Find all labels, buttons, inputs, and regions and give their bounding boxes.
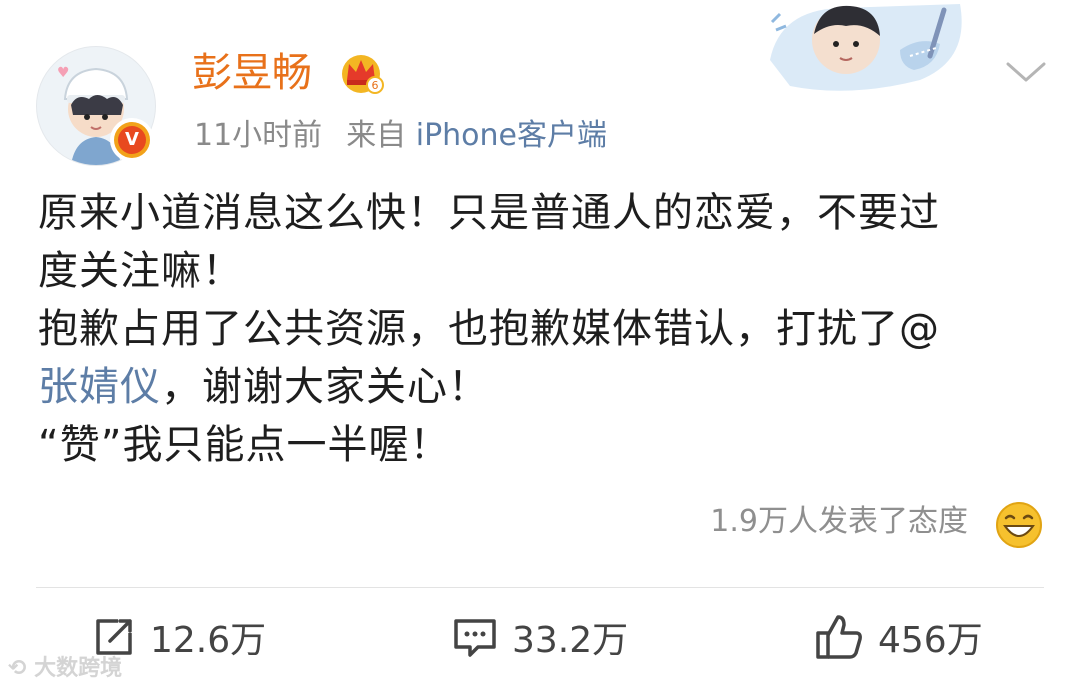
watermark-text: 大数跨境	[34, 656, 123, 681]
mention-link[interactable]: 张婧仪	[38, 364, 161, 410]
content-text: ，谢谢大家关心！	[161, 364, 489, 410]
content-line: 张婧仪，谢谢大家关心！	[38, 358, 1048, 416]
post-content: 原来小道消息这么快！只是普通人的恋爱，不要过 度关注嘛！ 抱歉占用了公共资源，也…	[38, 184, 1048, 474]
content-line: “赞”我只能点一半喔！	[38, 422, 451, 468]
verified-v-icon: V	[110, 118, 154, 162]
post-meta: 11小时前 来自 iPhone客户端	[194, 114, 607, 158]
comment-button[interactable]: 33.2万	[452, 606, 628, 668]
watermark-logo-icon: ⟲	[8, 656, 27, 681]
comment-count: 33.2万	[512, 620, 629, 661]
like-icon	[816, 615, 862, 659]
like-count: 456万	[878, 620, 983, 661]
content-line: 度关注嘛！	[38, 248, 243, 294]
card-decoration	[770, 4, 962, 91]
post-time: 11小时前	[194, 118, 323, 153]
svg-text:♥: ♥	[57, 65, 70, 81]
svg-text:6: 6	[372, 79, 379, 92]
like-button[interactable]: 456万	[814, 606, 983, 668]
divider	[36, 587, 1044, 588]
post-source[interactable]: iPhone客户端	[416, 118, 607, 153]
content-line: 原来小道消息这么快！只是普通人的恋爱，不要过	[38, 190, 940, 236]
content-line: 抱歉占用了公共资源，也抱歉媒体错认，打扰了@	[38, 306, 940, 352]
crown-icon[interactable]: 6	[338, 50, 384, 94]
laugh-emoji-icon[interactable]	[994, 500, 1044, 550]
watermark: ⟲ 大数跨境	[8, 650, 122, 682]
repost-count: 12.6万	[150, 620, 267, 661]
source-prefix: 来自	[346, 118, 407, 153]
comment-icon	[454, 619, 496, 657]
reactions-summary[interactable]: 1.9万人发表了态度	[710, 500, 968, 544]
username[interactable]: 彭昱畅	[192, 46, 312, 100]
chevron-down-icon[interactable]	[1004, 58, 1048, 86]
